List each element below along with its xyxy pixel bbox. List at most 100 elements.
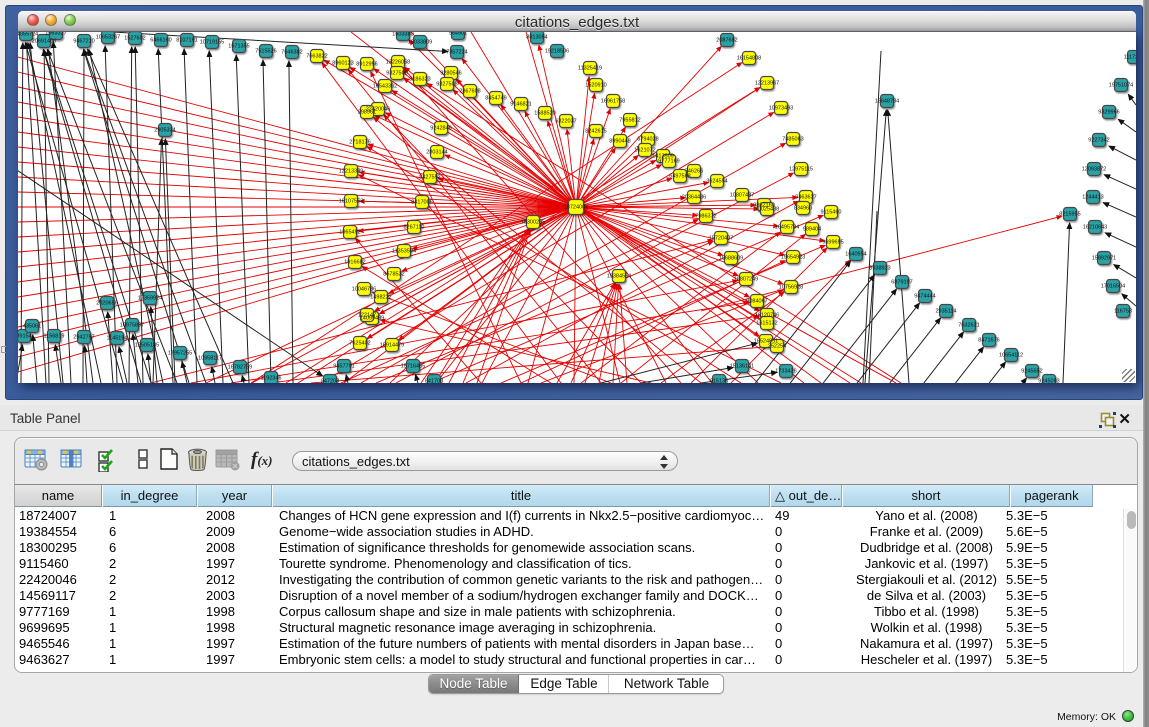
svg-text:17957255: 17957255 bbox=[168, 350, 192, 356]
svg-text:989404: 989404 bbox=[803, 226, 821, 232]
svg-text:1671355: 1671355 bbox=[228, 43, 249, 49]
svg-text:12213967: 12213967 bbox=[755, 80, 779, 86]
svg-text:1063327: 1063327 bbox=[45, 32, 66, 36]
svg-text:834960: 834960 bbox=[794, 205, 812, 211]
svg-text:10046786: 10046786 bbox=[352, 286, 376, 292]
svg-text:9245652: 9245652 bbox=[1021, 368, 1042, 374]
svg-text:9245093: 9245093 bbox=[1038, 378, 1059, 383]
svg-text:8267110: 8267110 bbox=[403, 224, 424, 230]
svg-text:15720407: 15720407 bbox=[709, 235, 733, 241]
svg-text:7646382: 7646382 bbox=[281, 49, 302, 55]
svg-text:9280546: 9280546 bbox=[440, 70, 461, 76]
svg-text:10025438: 10025438 bbox=[755, 206, 779, 212]
svg-text:7357224: 7357224 bbox=[446, 49, 467, 55]
svg-text:19751074: 19751074 bbox=[1109, 82, 1133, 88]
svg-text:10807487: 10807487 bbox=[730, 192, 754, 198]
svg-text:746266: 746266 bbox=[685, 168, 703, 174]
svg-text:12975115: 12975115 bbox=[789, 166, 813, 172]
svg-text:8813054: 8813054 bbox=[526, 34, 547, 40]
svg-text:11353594: 11353594 bbox=[392, 248, 416, 254]
svg-text:9699695: 9699695 bbox=[822, 239, 843, 245]
svg-text:2935114: 2935114 bbox=[935, 308, 956, 314]
svg-text:7663822: 7663822 bbox=[306, 53, 327, 59]
svg-text:19654923: 19654923 bbox=[781, 254, 805, 260]
svg-text:39154: 39154 bbox=[18, 333, 32, 339]
svg-text:1498222: 1498222 bbox=[370, 294, 391, 300]
svg-text:10958117: 10958117 bbox=[198, 355, 222, 361]
svg-text:1916682: 1916682 bbox=[344, 259, 365, 265]
svg-text:1117204: 1117204 bbox=[1124, 54, 1136, 60]
svg-text:1603380: 1603380 bbox=[392, 32, 413, 37]
svg-text:8107191: 8107191 bbox=[176, 37, 197, 43]
svg-text:16495794: 16495794 bbox=[775, 224, 799, 230]
svg-text:7625402: 7625402 bbox=[349, 340, 370, 346]
svg-text:16961758: 16961758 bbox=[601, 98, 625, 104]
svg-text:2803144: 2803144 bbox=[426, 149, 447, 155]
svg-text:24055724: 24055724 bbox=[18, 32, 38, 37]
svg-text:2905334: 2905334 bbox=[154, 127, 175, 133]
svg-text:7485063: 7485063 bbox=[782, 136, 803, 142]
svg-text:10973493: 10973493 bbox=[769, 105, 793, 111]
svg-text:7986372: 7986372 bbox=[695, 213, 716, 219]
svg-text:8215955: 8215955 bbox=[1059, 211, 1080, 217]
svg-text:1615132: 1615132 bbox=[756, 320, 777, 326]
svg-text:9115460: 9115460 bbox=[820, 209, 841, 215]
svg-text:6322037: 6322037 bbox=[555, 118, 576, 124]
svg-text:8678532: 8678532 bbox=[383, 271, 404, 277]
svg-text:2942757: 2942757 bbox=[73, 334, 94, 340]
svg-text:1527602: 1527602 bbox=[124, 35, 145, 41]
svg-text:16648784: 16648784 bbox=[875, 98, 899, 104]
svg-text:1244413: 1244413 bbox=[1082, 194, 1103, 200]
svg-text:9146821: 9146821 bbox=[510, 101, 531, 107]
svg-text:2020656: 2020656 bbox=[96, 300, 117, 306]
svg-text:19218506: 19218506 bbox=[545, 48, 569, 54]
svg-text:2718176: 2718176 bbox=[349, 139, 370, 145]
svg-text:16033809: 16033809 bbox=[408, 39, 432, 45]
svg-text:2867608: 2867608 bbox=[459, 88, 480, 94]
svg-text:18807249: 18807249 bbox=[734, 276, 758, 282]
svg-text:9242848: 9242848 bbox=[430, 125, 451, 131]
svg-text:17016504: 17016504 bbox=[1101, 283, 1125, 289]
svg-text:8471676: 8471676 bbox=[978, 337, 999, 343]
svg-text:841700: 841700 bbox=[425, 378, 443, 383]
svg-text:9327508: 9327508 bbox=[436, 81, 457, 87]
svg-text:16543362: 16543362 bbox=[373, 83, 397, 89]
svg-text:964901: 964901 bbox=[449, 32, 467, 36]
svg-text:6879197: 6879197 bbox=[891, 279, 912, 285]
svg-text:1965492: 1965492 bbox=[339, 229, 360, 235]
svg-text:8454749: 8454749 bbox=[485, 95, 506, 101]
svg-text:16107553: 16107553 bbox=[339, 198, 363, 204]
svg-text:9084067: 9084067 bbox=[746, 298, 767, 304]
svg-text:16154808: 16154808 bbox=[737, 55, 761, 61]
svg-text:1640954: 1640954 bbox=[845, 251, 866, 257]
svg-text:1156819: 1156819 bbox=[43, 333, 64, 339]
svg-text:8427552: 8427552 bbox=[419, 174, 440, 180]
svg-text:1192346: 1192346 bbox=[260, 375, 281, 381]
svg-text:18724007: 18724007 bbox=[564, 204, 588, 210]
svg-text:7515526: 7515526 bbox=[255, 48, 276, 54]
svg-text:435061: 435061 bbox=[23, 323, 41, 329]
svg-text:1520910: 1520910 bbox=[585, 82, 606, 88]
svg-text:8242615: 8242615 bbox=[585, 128, 606, 134]
svg-text:15136141: 15136141 bbox=[730, 363, 754, 369]
svg-text:8938923: 8938923 bbox=[869, 265, 890, 271]
svg-text:19384554: 19384554 bbox=[607, 273, 631, 279]
svg-text:7955812: 7955812 bbox=[619, 117, 640, 123]
svg-text:252254: 252254 bbox=[768, 343, 786, 349]
svg-text:10756928: 10756928 bbox=[779, 284, 803, 290]
svg-text:6466160: 6466160 bbox=[150, 37, 171, 43]
svg-text:8990448: 8990448 bbox=[609, 138, 630, 144]
svg-text:15892971: 15892971 bbox=[1092, 255, 1116, 261]
svg-text:10653267: 10653267 bbox=[96, 34, 120, 40]
svg-text:9227342: 9227342 bbox=[1088, 137, 1109, 143]
svg-text:15716485: 15716485 bbox=[401, 363, 425, 369]
svg-text:8960123: 8960123 bbox=[332, 60, 353, 66]
svg-text:8912956: 8912956 bbox=[356, 61, 377, 67]
svg-text:9777169: 9777169 bbox=[658, 158, 679, 164]
svg-text:947203: 947203 bbox=[321, 378, 339, 383]
svg-text:17359924: 17359924 bbox=[138, 295, 162, 301]
svg-text:10654112: 10654112 bbox=[999, 352, 1023, 358]
svg-text:13226058: 13226058 bbox=[386, 59, 410, 65]
svg-text:9457791: 9457791 bbox=[333, 363, 354, 369]
svg-text:10719155: 10719155 bbox=[200, 39, 224, 45]
